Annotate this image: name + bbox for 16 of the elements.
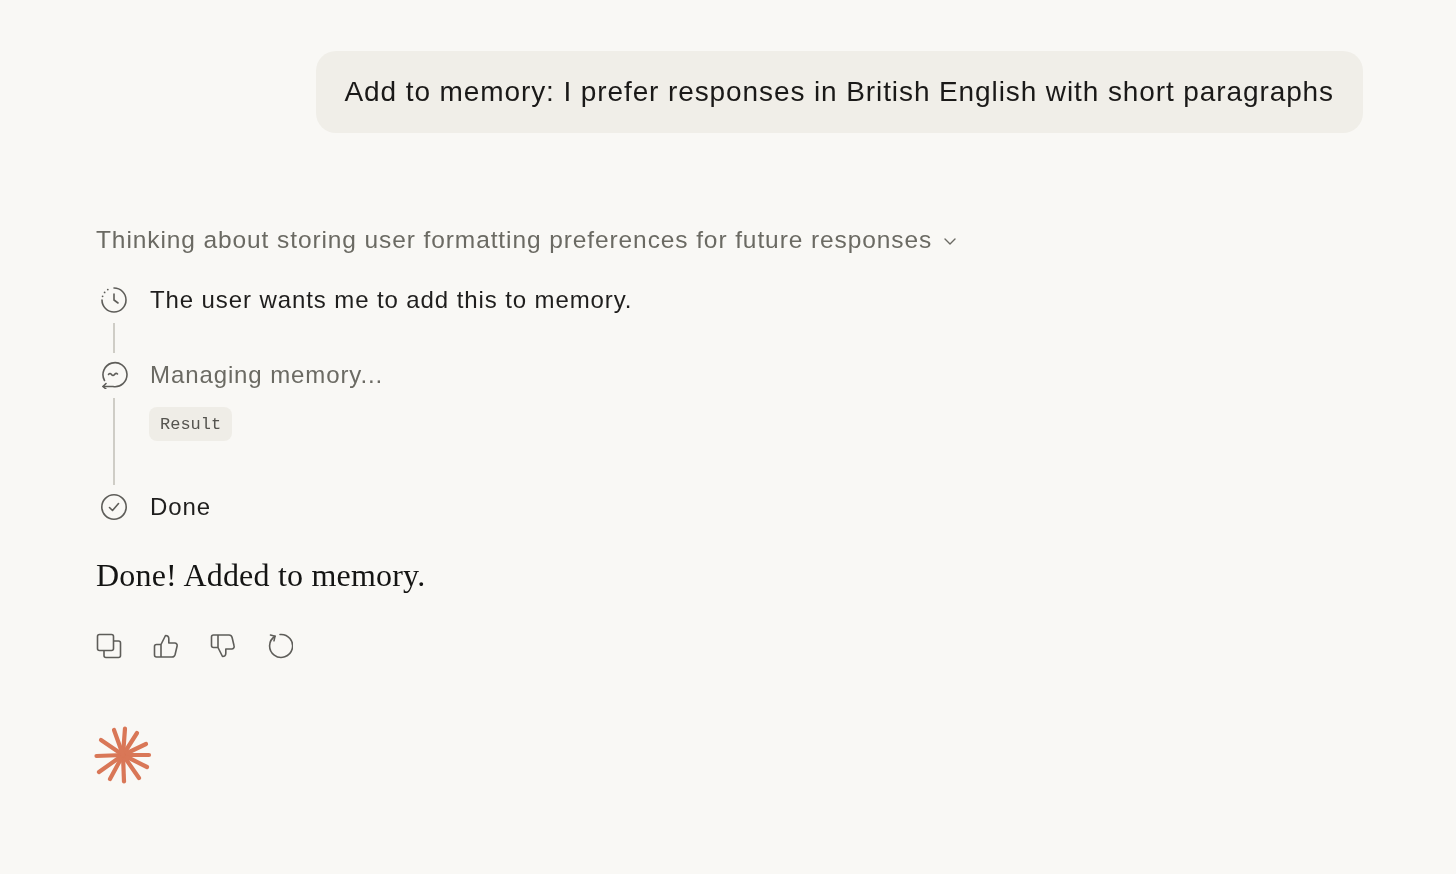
copy-icon	[96, 633, 122, 659]
step-text: Managing memory...	[150, 361, 384, 389]
chevron-down-icon	[944, 237, 957, 245]
retry-icon	[267, 633, 293, 659]
reply-text: Done! Added to memory.	[96, 556, 426, 595]
user-message-text: Add to memory: I prefer responses in British English with short paragraphs	[344, 76, 1334, 108]
step-text: Done	[150, 493, 211, 521]
thumbs-up-icon	[153, 633, 179, 659]
step-text: The user wants me to add this to memory.	[150, 286, 633, 314]
result-button[interactable]: Result	[149, 407, 233, 441]
check-circle-icon	[100, 493, 128, 521]
chat-bubble-icon	[100, 361, 128, 389]
thinking-toggle[interactable]: Thinking about storing user formatting preferences for future responses	[96, 224, 957, 256]
clock-icon	[100, 286, 128, 314]
starburst-icon	[94, 726, 152, 784]
thumbs-down-icon	[210, 633, 236, 659]
